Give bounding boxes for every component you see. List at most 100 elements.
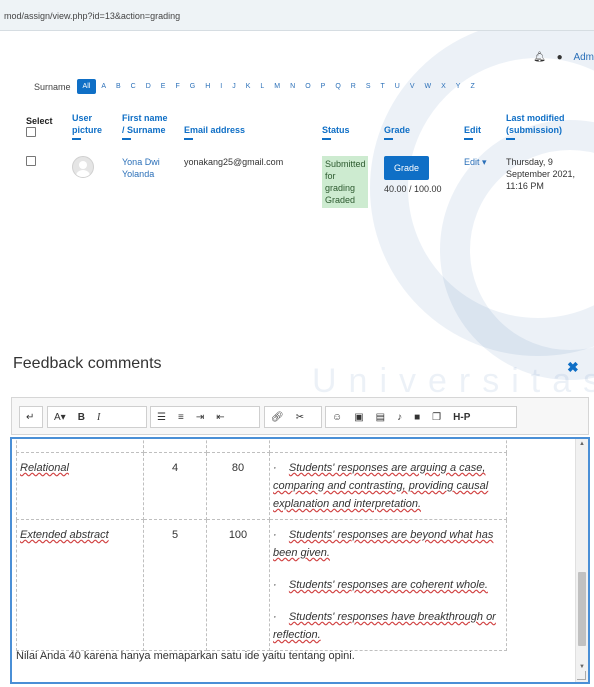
surname-filter: Surname All A B C D E F G H I J K L M N O P Q R S T U V W X Y Z xyxy=(34,79,480,94)
filter-letter-a[interactable]: A xyxy=(96,79,111,94)
grading-table: Select User picture First name / Surname… xyxy=(20,112,594,216)
sort-icon xyxy=(122,138,131,140)
user-menu[interactable]: Adm xyxy=(573,52,594,63)
chat-icon[interactable]: ● xyxy=(557,52,563,63)
scroll-up-icon[interactable]: ▲ xyxy=(579,441,585,447)
filter-letter-t[interactable]: T xyxy=(376,79,390,94)
filter-letter-v[interactable]: V xyxy=(405,79,420,94)
filter-letter-m[interactable]: M xyxy=(269,79,285,94)
address-url: mod/assign/view.php?id=13&action=grading xyxy=(4,11,181,21)
row-name-cell: Yona Dwi Yolanda xyxy=(116,144,178,216)
col-status[interactable]: Status xyxy=(316,112,378,144)
record-audio-icon[interactable]: ♪ xyxy=(391,412,408,423)
rubric-descriptor: · Students' responses are beyond what ha… xyxy=(273,529,494,559)
row-modified-cell: Thursday, 9 September 2021, 11:16 PM xyxy=(500,144,594,216)
filter-letter-r[interactable]: R xyxy=(346,79,361,94)
row-select-checkbox[interactable] xyxy=(26,156,36,166)
filter-letter-g[interactable]: G xyxy=(185,79,200,94)
rubric-cell xyxy=(269,439,507,453)
emoji-icon[interactable]: ☺ xyxy=(326,412,348,423)
filter-letter-c[interactable]: C xyxy=(126,79,141,94)
sort-icon xyxy=(72,138,81,140)
feedback-comment-text: Nilai Anda 40 karena hanya memaparkan sa… xyxy=(16,650,355,662)
link-icon[interactable]: 🔗︎ xyxy=(265,412,290,423)
col-edit-label: Edit xyxy=(464,125,481,135)
filter-letter-d[interactable]: D xyxy=(141,79,156,94)
unlink-icon[interactable]: ✂ xyxy=(290,412,310,423)
filter-letter-j[interactable]: J xyxy=(227,79,241,94)
filter-letter-i[interactable]: I xyxy=(215,79,227,94)
caret-down-icon: ▾ xyxy=(482,157,487,167)
table-row: Yona Dwi Yolanda yonakang25@gmail.com Su… xyxy=(20,144,594,216)
table-header-row: Select User picture First name / Surname… xyxy=(20,112,594,144)
filter-letter-u[interactable]: U xyxy=(390,79,405,94)
rubric-score: 5 xyxy=(143,519,207,651)
scrollbar-thumb[interactable] xyxy=(578,572,586,646)
filter-letter-k[interactable]: K xyxy=(241,79,256,94)
edit-menu[interactable]: Edit ▾ xyxy=(464,157,487,167)
filter-letter-n[interactable]: N xyxy=(285,79,300,94)
filter-letter-all[interactable]: All xyxy=(76,79,97,94)
rubric-cell xyxy=(143,439,207,453)
col-user-picture[interactable]: User picture xyxy=(66,112,116,144)
undo-icon[interactable]: ↵ xyxy=(20,412,40,423)
row-status-cell: Submitted for grading Graded xyxy=(316,144,378,216)
col-edit[interactable]: Edit xyxy=(458,112,500,144)
h5p-icon[interactable]: H-P xyxy=(447,412,476,423)
toolbar-group-undo: ↵ xyxy=(19,406,43,428)
bold-icon[interactable]: B xyxy=(72,412,91,423)
avatar[interactable] xyxy=(72,156,94,178)
address-bar[interactable]: mod/assign/view.php?id=13&action=grading xyxy=(0,0,594,31)
feedback-editor[interactable]: Relational 4 80 · Students' responses ar… xyxy=(10,437,590,684)
italic-icon[interactable]: I xyxy=(91,412,106,423)
filter-letter-o[interactable]: O xyxy=(300,79,315,94)
student-name-link[interactable]: Yona Dwi Yolanda xyxy=(122,157,160,179)
filter-letter-y[interactable]: Y xyxy=(451,79,466,94)
col-email[interactable]: Email address xyxy=(178,112,316,144)
row-email-cell: yonakang25@gmail.com xyxy=(178,144,316,216)
feedback-title: Feedback comments xyxy=(13,355,162,372)
filter-letter-f[interactable]: F xyxy=(170,79,184,94)
expand-icon[interactable]: ✖ xyxy=(567,359,579,376)
rubric-row-partial xyxy=(16,439,507,453)
rubric-descriptor-text: Students' responses have breakthrough or… xyxy=(273,611,496,641)
numbered-list-icon[interactable]: ≡ xyxy=(172,412,190,423)
surname-filter-label: Surname xyxy=(34,81,71,92)
bullet-list-icon[interactable]: ☰ xyxy=(151,412,172,423)
indent-icon[interactable]: ⇥ xyxy=(190,412,210,423)
select-all-checkbox[interactable] xyxy=(26,127,36,137)
col-select-label: Select xyxy=(26,116,53,126)
filter-letter-x[interactable]: X xyxy=(436,79,451,94)
scroll-down-icon[interactable]: ▼ xyxy=(579,664,585,670)
grade-button[interactable]: Grade xyxy=(384,156,430,180)
rubric-descriptor-text: Students' responses are coherent whole. xyxy=(288,579,488,591)
font-color-icon[interactable]: A▾ xyxy=(48,412,72,423)
col-last-modified[interactable]: Last modified (submission) xyxy=(500,112,594,144)
filter-letter-z[interactable]: Z xyxy=(465,79,479,94)
col-name[interactable]: First name / Surname xyxy=(116,112,178,144)
manage-files-icon[interactable]: ❐ xyxy=(426,412,447,423)
col-grade[interactable]: Grade xyxy=(378,112,458,144)
rubric-descriptor: · Students' responses are coherent whole… xyxy=(273,579,488,591)
col-name-label: First name / Surname xyxy=(122,113,168,135)
filter-letter-q[interactable]: Q xyxy=(330,79,345,94)
status-badge: Submitted for grading Graded xyxy=(322,156,368,208)
watermark-text: Universitas xyxy=(312,362,594,400)
outdent-icon[interactable]: ⇤ xyxy=(210,412,230,423)
toolbar-group-lists: ☰ ≡ ⇥ ⇤ xyxy=(150,406,260,428)
filter-letter-w[interactable]: W xyxy=(420,79,437,94)
editor-scrollbar[interactable]: ▲ ▼ xyxy=(575,439,588,682)
rubric-descriptor-cell: · Students' responses are arguing a case… xyxy=(269,452,507,520)
bell-icon[interactable]: 🔔︎ xyxy=(533,52,546,63)
filter-letter-l[interactable]: L xyxy=(255,79,269,94)
filter-letter-h[interactable]: H xyxy=(200,79,215,94)
resize-grip-icon[interactable] xyxy=(577,671,586,680)
toolbar-group-links: 🔗︎ ✂ xyxy=(264,406,322,428)
filter-letter-p[interactable]: P xyxy=(316,79,331,94)
filter-letter-b[interactable]: B xyxy=(111,79,126,94)
media-icon[interactable]: ▤ xyxy=(370,412,391,423)
record-video-icon[interactable]: ■ xyxy=(408,412,426,423)
filter-letter-s[interactable]: S xyxy=(361,79,376,94)
filter-letter-e[interactable]: E xyxy=(156,79,171,94)
image-icon[interactable]: ▣ xyxy=(348,412,369,423)
